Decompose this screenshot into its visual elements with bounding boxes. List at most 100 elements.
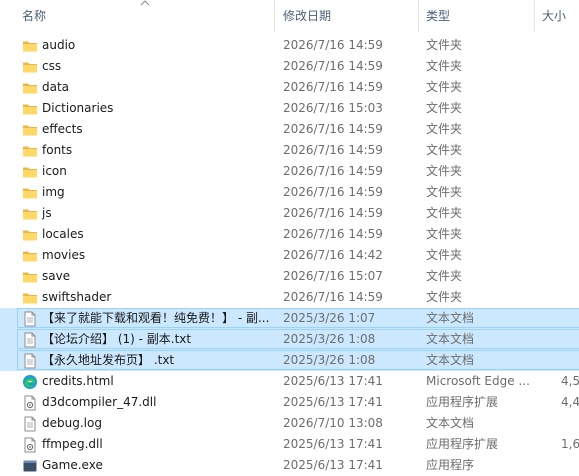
file-name: d3dcompiler_47.dll — [42, 395, 157, 409]
file-type: 文本文档 — [426, 353, 475, 367]
file-row[interactable]: data 2026/7/16 14:59 文件夹 — [0, 77, 579, 98]
file-row[interactable]: 【论坛介绍】 (1) - 副本.txt 2025/3/26 1:08 文本文档 — [0, 329, 579, 350]
file-date: 2025/6/13 17:41 — [283, 458, 383, 472]
file-name: js — [42, 206, 52, 220]
file-type: 文件夹 — [426, 143, 463, 157]
file-type: 文件夹 — [426, 248, 463, 262]
file-name: img — [42, 185, 65, 199]
file-type: 文件夹 — [426, 269, 463, 283]
file-size — [561, 287, 579, 308]
file-row[interactable]: 【永久地址发布页】 .txt 2025/3/26 1:08 文本文档 — [0, 350, 579, 371]
file-name: locales — [42, 227, 84, 241]
column-divider[interactable] — [274, 0, 275, 32]
file-name: movies — [42, 248, 86, 262]
file-type: 应用程序扩展 — [426, 395, 499, 409]
file-size — [561, 203, 579, 224]
file-name: css — [42, 59, 62, 73]
file-name: credits.html — [42, 374, 114, 388]
file-date: 2025/6/13 17:41 — [283, 374, 383, 388]
file-row[interactable]: effects 2026/7/16 14:59 文件夹 — [0, 119, 579, 140]
file-name: swiftshader — [42, 290, 112, 304]
folder-icon — [22, 38, 38, 54]
file-name: debug.log — [42, 416, 102, 430]
file-type: 文件夹 — [426, 38, 463, 52]
file-size — [561, 161, 579, 182]
edge-icon — [22, 374, 38, 390]
text-file-icon — [22, 332, 38, 348]
file-name: 【来了就能下载和观看！纯免费！】 - 副... — [42, 311, 270, 325]
file-size — [561, 98, 579, 119]
file-date: 2025/6/13 17:41 — [283, 437, 383, 451]
file-row[interactable]: icon 2026/7/16 14:59 文件夹 — [0, 161, 579, 182]
file-date: 2026/7/16 14:59 — [283, 227, 383, 241]
file-size — [561, 308, 579, 329]
folder-icon — [22, 206, 38, 222]
file-size — [561, 350, 579, 371]
file-row[interactable]: swiftshader 2026/7/16 14:59 文件夹 — [0, 287, 579, 308]
folder-icon — [22, 164, 38, 180]
file-type: 文件夹 — [426, 122, 463, 136]
file-type: 应用程序扩展 — [426, 437, 499, 451]
folder-icon — [22, 143, 38, 159]
file-date: 2025/3/26 1:08 — [283, 353, 376, 367]
file-size — [561, 119, 579, 140]
file-size — [561, 266, 579, 287]
file-date: 2026/7/16 14:59 — [283, 143, 383, 157]
file-row[interactable]: debug.log 2026/7/10 13:08 文本文档 — [0, 413, 579, 434]
file-date: 2026/7/16 14:42 — [283, 248, 383, 262]
folder-icon — [22, 290, 38, 306]
file-date: 2026/7/10 13:08 — [283, 416, 383, 430]
column-type[interactable]: 类型 — [426, 0, 526, 32]
file-date: 2025/3/26 1:07 — [283, 311, 376, 325]
file-size — [561, 182, 579, 203]
column-divider[interactable] — [418, 0, 419, 32]
text-file-icon — [22, 311, 38, 327]
file-row[interactable]: fonts 2026/7/16 14:59 文件夹 — [0, 140, 579, 161]
file-type: 文件夹 — [426, 185, 463, 199]
file-name: data — [42, 80, 70, 94]
file-date: 2026/7/16 14:59 — [283, 206, 383, 220]
exe-file-icon — [22, 458, 38, 474]
file-row[interactable]: d3dcompiler_47.dll 2025/6/13 17:41 应用程序扩展 4… — [0, 392, 579, 413]
file-date: 2026/7/16 15:03 — [283, 101, 383, 115]
file-row[interactable]: js 2026/7/16 14:59 文件夹 — [0, 203, 579, 224]
file-row[interactable]: save 2026/7/16 15:07 文件夹 — [0, 266, 579, 287]
folder-icon — [22, 59, 38, 75]
file-type: 文件夹 — [426, 290, 463, 304]
file-type: 文件夹 — [426, 206, 463, 220]
file-type: 应用程序 — [426, 458, 475, 472]
folder-icon — [22, 248, 38, 264]
file-name: icon — [42, 164, 67, 178]
file-row[interactable]: audio 2026/7/16 14:59 文件夹 — [0, 35, 579, 56]
file-name: 【永久地址发布页】 .txt — [42, 353, 175, 367]
file-size: 4,4 — [561, 395, 579, 409]
file-row[interactable]: css 2026/7/16 14:59 文件夹 — [0, 56, 579, 77]
file-name: fonts — [42, 143, 73, 157]
file-row[interactable]: movies 2026/7/16 14:42 文件夹 — [0, 245, 579, 266]
file-row[interactable]: ffmpeg.dll 2025/6/13 17:41 应用程序扩展 1,6 — [0, 434, 579, 455]
file-type: 文件夹 — [426, 164, 463, 178]
file-size — [561, 77, 579, 98]
file-date: 2026/7/16 14:59 — [283, 164, 383, 178]
file-type: 文件夹 — [426, 59, 463, 73]
column-date[interactable]: 修改日期 — [283, 0, 413, 32]
file-name: audio — [42, 38, 76, 52]
column-size[interactable]: 大小 — [542, 0, 579, 32]
file-row[interactable]: 【来了就能下载和观看！纯免费！】 - 副... 2025/3/26 1:07 文本文… — [0, 308, 579, 329]
file-type: 文件夹 — [426, 227, 463, 241]
folder-icon — [22, 80, 38, 96]
file-type: Microsoft Edge ... — [426, 374, 530, 388]
file-row[interactable]: Dictionaries 2026/7/16 15:03 文件夹 — [0, 98, 579, 119]
file-row[interactable]: img 2026/7/16 14:59 文件夹 — [0, 182, 579, 203]
column-divider[interactable] — [534, 0, 535, 32]
folder-icon — [22, 122, 38, 138]
file-type: 文件夹 — [426, 80, 463, 94]
file-size: 1,6 — [561, 437, 579, 451]
file-name: Game.exe — [42, 458, 103, 472]
file-row[interactable]: Game.exe 2025/6/13 17:41 应用程序 — [0, 455, 579, 476]
file-row[interactable]: locales 2026/7/16 14:59 文件夹 — [0, 224, 579, 245]
column-name[interactable]: 名称 — [22, 0, 262, 32]
file-row[interactable]: credits.html 2025/6/13 17:41 Microsoft Edg… — [0, 371, 579, 392]
folder-icon — [22, 185, 38, 201]
dll-file-icon — [22, 437, 38, 453]
